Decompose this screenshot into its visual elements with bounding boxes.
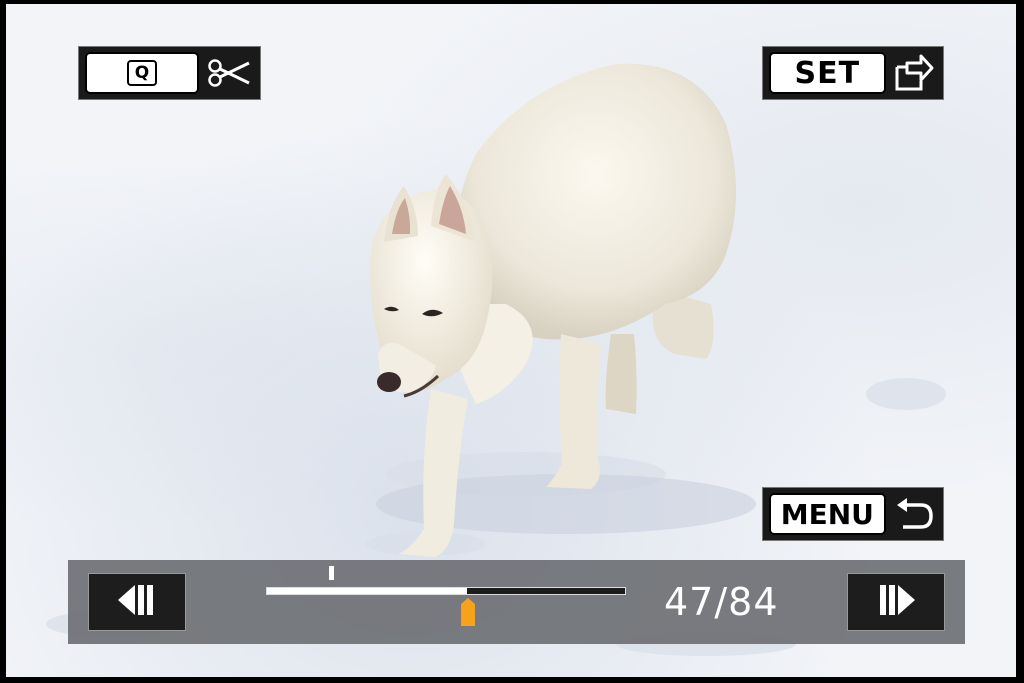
playback-control-bar: 47/84 — [68, 560, 965, 644]
scissors-icon — [205, 58, 254, 88]
camera-frame: Q SET MENU 47/84 — [0, 0, 1024, 683]
set-key: SET — [769, 52, 886, 94]
progress-track[interactable] — [266, 587, 626, 595]
menu-key-label: MENU — [780, 497, 874, 531]
menu-button[interactable]: MENU — [762, 487, 944, 541]
return-arrow-icon — [892, 497, 937, 531]
step-forward-icon — [874, 582, 918, 622]
export-box-icon — [892, 53, 937, 93]
cut-button[interactable]: Q — [78, 46, 261, 100]
set-key-label: SET — [794, 55, 861, 91]
frame-counter: 47/84 — [664, 580, 779, 624]
q-key: Q — [85, 52, 199, 94]
playback-screen: Q SET MENU 47/84 — [6, 4, 1016, 677]
set-button[interactable]: SET — [762, 46, 944, 100]
step-back-icon — [115, 582, 159, 622]
cut-start-marker — [328, 566, 334, 580]
menu-key: MENU — [769, 493, 886, 535]
next-frame-button[interactable] — [847, 573, 945, 631]
progress-fill — [267, 588, 468, 594]
previous-frame-button[interactable] — [88, 573, 186, 631]
q-key-label: Q — [126, 60, 157, 86]
playhead-marker[interactable] — [460, 598, 475, 626]
